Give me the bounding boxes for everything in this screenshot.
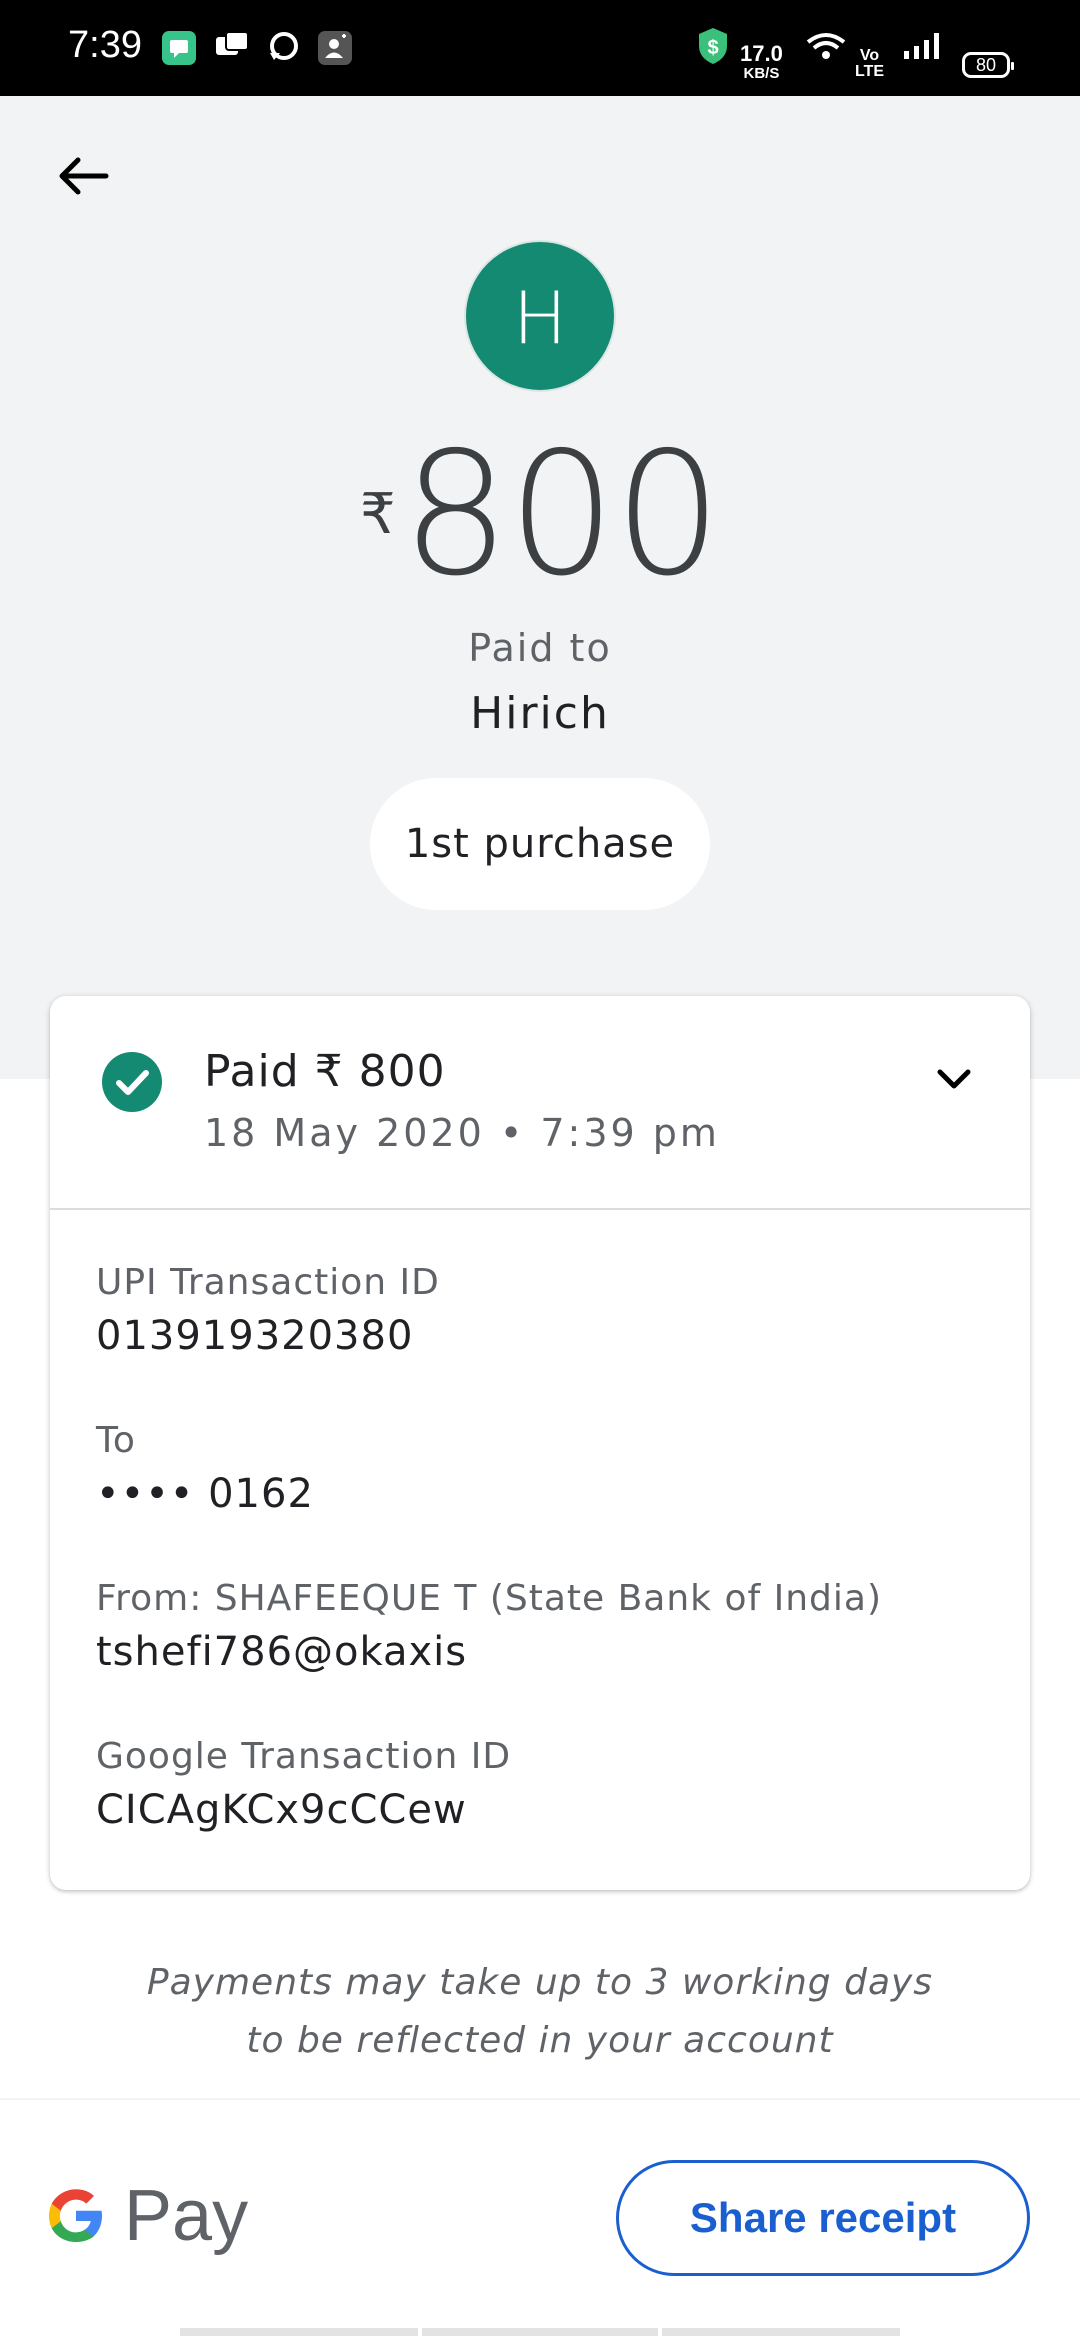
back-arrow-icon [59,157,109,195]
upi-transaction-id: UPI Transaction ID 013919320380 [96,1262,440,1359]
google-pay-wordmark: Pay [124,2176,249,2256]
gesture-nav-hint [662,2328,900,2336]
google-transaction-id: Google Transaction ID CICAgKCx9cCCew [96,1736,511,1833]
currency-symbol: ₹ [359,482,396,547]
detail-label: Google Transaction ID [96,1736,512,1777]
transaction-details-card: Paid ₹ 800 18 May 2020 • 7:39 pm UPI Tra… [50,996,1030,1890]
volte-top: Vo [859,47,880,64]
payment-summary-header: H ₹800 Paid to Hirich 1st purchase [0,96,1080,1079]
detail-label: UPI Transaction ID [96,1262,440,1303]
status-time: 7:39 [68,24,142,66]
transaction-datetime: 18 May 2020 • 7:39 pm [204,1111,720,1155]
detail-value[interactable]: 013919320380 [96,1313,440,1359]
sender-account: From: SHAFEEQUE T (State Bank of India) … [96,1578,882,1675]
detail-value[interactable]: tshefi786@okaxis [96,1629,882,1675]
paid-to-label: Paid to [468,626,612,670]
first-purchase-chip: 1st purchase [370,778,710,910]
paid-amount-title: Paid ₹ 800 [204,1046,446,1097]
contact-notification-icon [318,31,352,65]
card-divider [50,1208,1030,1210]
detail-label: To [96,1420,136,1461]
amount-display: ₹800 [0,430,1080,600]
google-g-icon [49,2189,102,2242]
detail-value[interactable]: •••• 0162 [96,1471,314,1517]
battery-indicator: 80 [962,52,1014,78]
footer-divider [0,2098,1080,2100]
recipient-account: To •••• 0162 [96,1420,314,1517]
network-speed-value: 17.0 [740,41,783,66]
sync-notification-icon [266,29,302,67]
detail-label: From: SHAFEEQUE T (State Bank of India) [96,1578,882,1619]
network-speed: 17.0 KB/S [740,41,783,84]
volte-indicator: Vo LTE [855,48,884,80]
notice-line-2: to be reflected in your account [246,2020,834,2061]
detail-value[interactable]: CICAgKCx9cCCew [96,1787,511,1833]
wifi-icon [806,30,846,66]
security-shield-icon: $ [696,26,730,70]
network-speed-unit: KB/S [743,65,780,82]
payee-name: Hirich [470,688,610,739]
collapse-details-button[interactable] [926,1052,982,1108]
payee-avatar: H [464,240,616,392]
back-button[interactable] [48,140,120,212]
transaction-status-row[interactable]: Paid ₹ 800 18 May 2020 • 7:39 pm [50,996,1030,1208]
svg-text:$: $ [707,37,718,59]
volte-bottom: LTE [855,63,885,80]
chevron-down-icon [937,1069,971,1089]
gesture-nav-hint [422,2328,658,2336]
amount-value: 800 [401,416,722,614]
notice-line-1: Payments may take up to 3 working days [146,1962,934,2003]
gesture-nav-hint [180,2328,418,2336]
status-bar: 7:39 $ 17.0 KB/S Vo LTE 80 [0,0,1080,96]
processing-notice: Payments may take up to 3 working days t… [0,1954,1080,2070]
signal-icon [902,31,942,65]
messages-notification-icon [162,31,196,65]
chat-notification-icon [214,29,250,67]
share-receipt-button[interactable]: Share receipt [616,2160,1030,2276]
success-check-icon [102,1052,162,1112]
